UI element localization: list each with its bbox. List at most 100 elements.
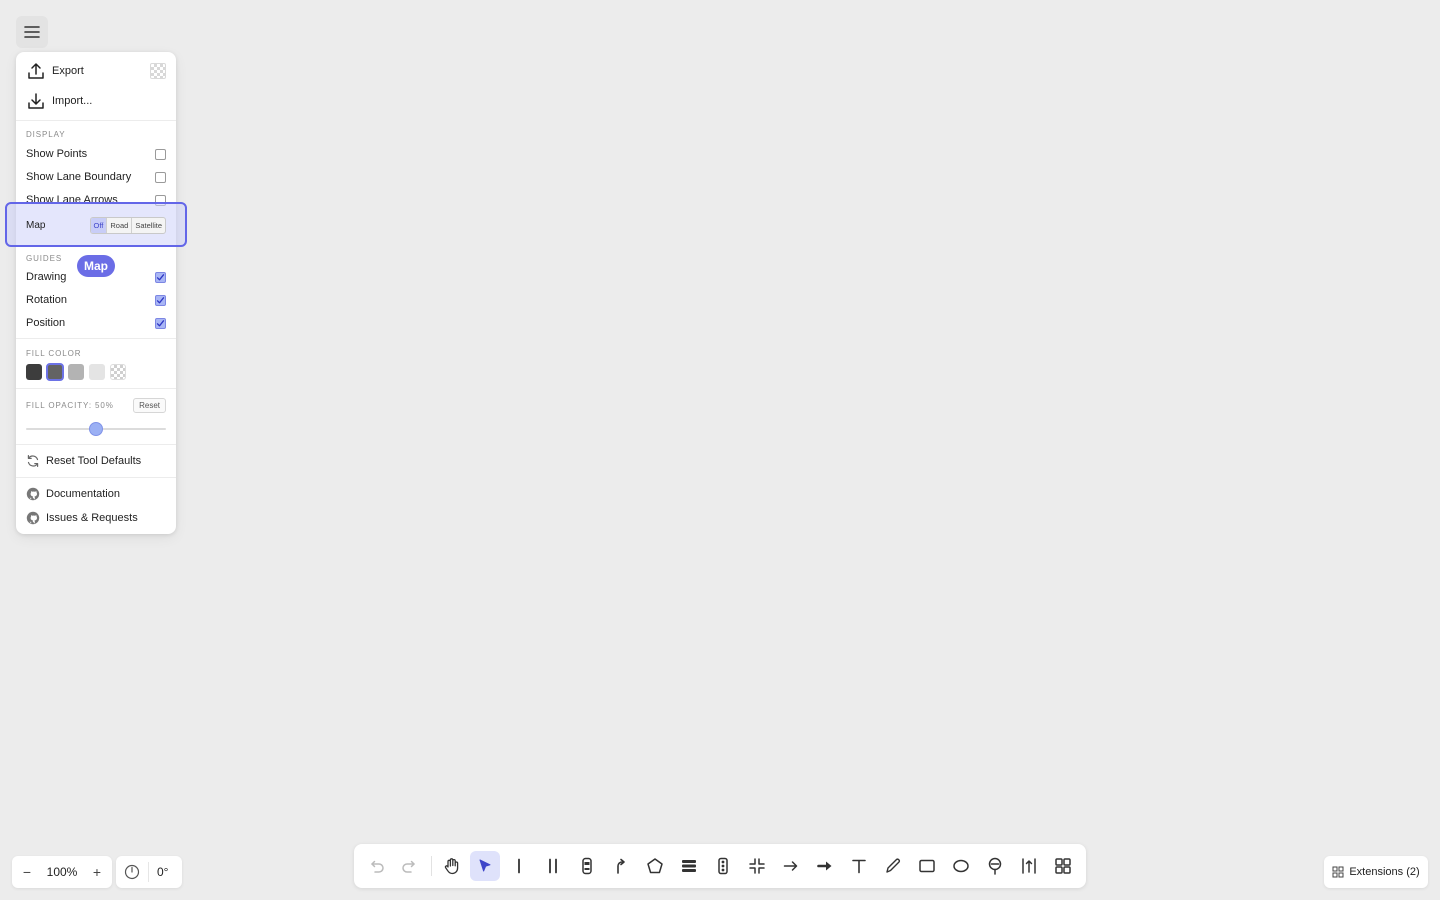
- zoom-in-button[interactable]: +: [90, 864, 104, 880]
- github-icon: [26, 487, 40, 501]
- rectangle-tool-button[interactable]: [912, 851, 942, 881]
- sign-icon: [988, 857, 1002, 875]
- redo-button[interactable]: [395, 851, 425, 881]
- zoom-out-button[interactable]: −: [20, 864, 34, 880]
- undo-icon: [371, 860, 384, 873]
- map-label: Map: [26, 219, 46, 231]
- traffic-light-icon: [718, 857, 728, 875]
- show-points-checkbox[interactable]: [155, 148, 166, 160]
- swatch-dark[interactable]: [26, 364, 42, 380]
- ellipse-icon: [953, 859, 969, 873]
- measure-tool-button[interactable]: [1014, 851, 1044, 881]
- hamburger-icon: [24, 26, 40, 38]
- show-points-row[interactable]: Show Points: [16, 143, 176, 165]
- lanes-icon: [682, 860, 696, 872]
- vehicle-icon: [582, 857, 592, 875]
- polygon-tool-button[interactable]: [640, 851, 670, 881]
- swatch-gray-selected[interactable]: [46, 363, 64, 381]
- divider: [16, 444, 176, 445]
- extensions-label: Extensions (2): [1349, 866, 1420, 878]
- drawing-guide-checkbox[interactable]: [155, 271, 166, 283]
- double-line-tool-button[interactable]: [538, 851, 568, 881]
- lanes-tool-button[interactable]: [674, 851, 704, 881]
- export-menu-item[interactable]: Export: [16, 56, 176, 86]
- divider: [16, 388, 176, 389]
- import-menu-item[interactable]: Import...: [16, 86, 176, 116]
- vehicle-tool-button[interactable]: [572, 851, 602, 881]
- undo-button[interactable]: [361, 851, 391, 881]
- select-tool-button[interactable]: [470, 851, 500, 881]
- zoom-controls: − 100% +: [12, 856, 112, 888]
- curved-arrow-tool-button[interactable]: [606, 851, 636, 881]
- swatch-light-gray[interactable]: [68, 364, 84, 380]
- export-label: Export: [52, 65, 84, 77]
- refresh-icon: [27, 455, 39, 467]
- single-line-tool-button[interactable]: [504, 851, 534, 881]
- traffic-light-tool-button[interactable]: [708, 851, 738, 881]
- double-line-icon: [549, 858, 557, 874]
- zoom-level[interactable]: 100%: [47, 865, 78, 879]
- main-menu: Export Import... DISPLAY Show Points Sho…: [16, 52, 176, 534]
- polygon-icon: [647, 858, 663, 874]
- position-guide-row[interactable]: Position: [16, 312, 176, 334]
- swatch-lighter-gray[interactable]: [89, 364, 105, 380]
- rotation-value: 0°: [157, 865, 169, 879]
- single-line-icon: [518, 858, 520, 874]
- merge-tool-button[interactable]: [742, 851, 772, 881]
- import-label: Import...: [52, 95, 93, 107]
- fill-color-swatches: [26, 363, 126, 381]
- hand-tool-button[interactable]: [437, 851, 467, 881]
- redo-icon: [402, 860, 415, 873]
- rotation-guide-checkbox[interactable]: [155, 294, 166, 306]
- swatch-transparent[interactable]: [110, 364, 126, 380]
- map-option-row: Map Off Road Satellite: [26, 216, 166, 234]
- curved-arrow-icon: [617, 858, 625, 874]
- show-lane-boundary-label: Show Lane Boundary: [26, 171, 132, 183]
- grid-icon: [1332, 866, 1344, 878]
- extensions-button[interactable]: Extensions (2): [1324, 856, 1428, 888]
- menu-toggle-button[interactable]: [16, 16, 48, 48]
- fill-opacity-title: FILL OPACITY: 50%: [26, 401, 114, 410]
- merge-icon: [749, 858, 765, 874]
- rotation-guide-row[interactable]: Rotation: [16, 289, 176, 311]
- measure-icon: [1022, 858, 1036, 874]
- map-road-option[interactable]: Road: [107, 217, 133, 233]
- show-lane-boundary-row[interactable]: Show Lane Boundary: [16, 166, 176, 188]
- upload-icon: [28, 63, 44, 79]
- show-lane-boundary-checkbox[interactable]: [155, 171, 166, 183]
- show-points-label: Show Points: [26, 148, 88, 160]
- rectangle-icon: [919, 859, 935, 873]
- rotation-control[interactable]: 0°: [116, 856, 182, 888]
- reset-tool-defaults-item[interactable]: Reset Tool Defaults: [16, 450, 176, 472]
- arrow-tool-button[interactable]: [776, 851, 806, 881]
- documentation-label: Documentation: [46, 488, 120, 500]
- guides-section-title: GUIDES: [26, 254, 63, 263]
- position-guide-checkbox[interactable]: [155, 317, 166, 329]
- bold-arrow-tool-button[interactable]: [810, 851, 840, 881]
- text-icon: [852, 859, 866, 874]
- reset-tool-defaults-label: Reset Tool Defaults: [46, 455, 142, 467]
- rotation-guide-label: Rotation: [26, 294, 67, 306]
- sign-tool-button[interactable]: [980, 851, 1010, 881]
- display-section-title: DISPLAY: [26, 130, 66, 139]
- map-satellite-option[interactable]: Satellite: [132, 218, 165, 233]
- issues-requests-link[interactable]: Issues & Requests: [16, 507, 176, 529]
- arrow-icon: [783, 861, 798, 871]
- export-preview-icon: [150, 63, 166, 79]
- map-off-option[interactable]: Off: [90, 217, 108, 233]
- ellipse-tool-button[interactable]: [946, 851, 976, 881]
- github-icon: [26, 511, 40, 525]
- documentation-link[interactable]: Documentation: [16, 483, 176, 505]
- divider: [16, 477, 176, 478]
- divider: [148, 862, 149, 882]
- grid-tool-button[interactable]: [1048, 851, 1078, 881]
- reset-opacity-button[interactable]: Reset: [133, 398, 166, 413]
- opacity-slider-thumb[interactable]: [89, 422, 103, 436]
- bold-arrow-icon: [817, 861, 832, 871]
- text-tool-button[interactable]: [844, 851, 874, 881]
- divider: [16, 120, 176, 121]
- map-mode-segmented-control: Off Road Satellite: [89, 216, 166, 234]
- issues-requests-label: Issues & Requests: [46, 512, 138, 524]
- pencil-icon: [886, 858, 900, 873]
- pencil-tool-button[interactable]: [878, 851, 908, 881]
